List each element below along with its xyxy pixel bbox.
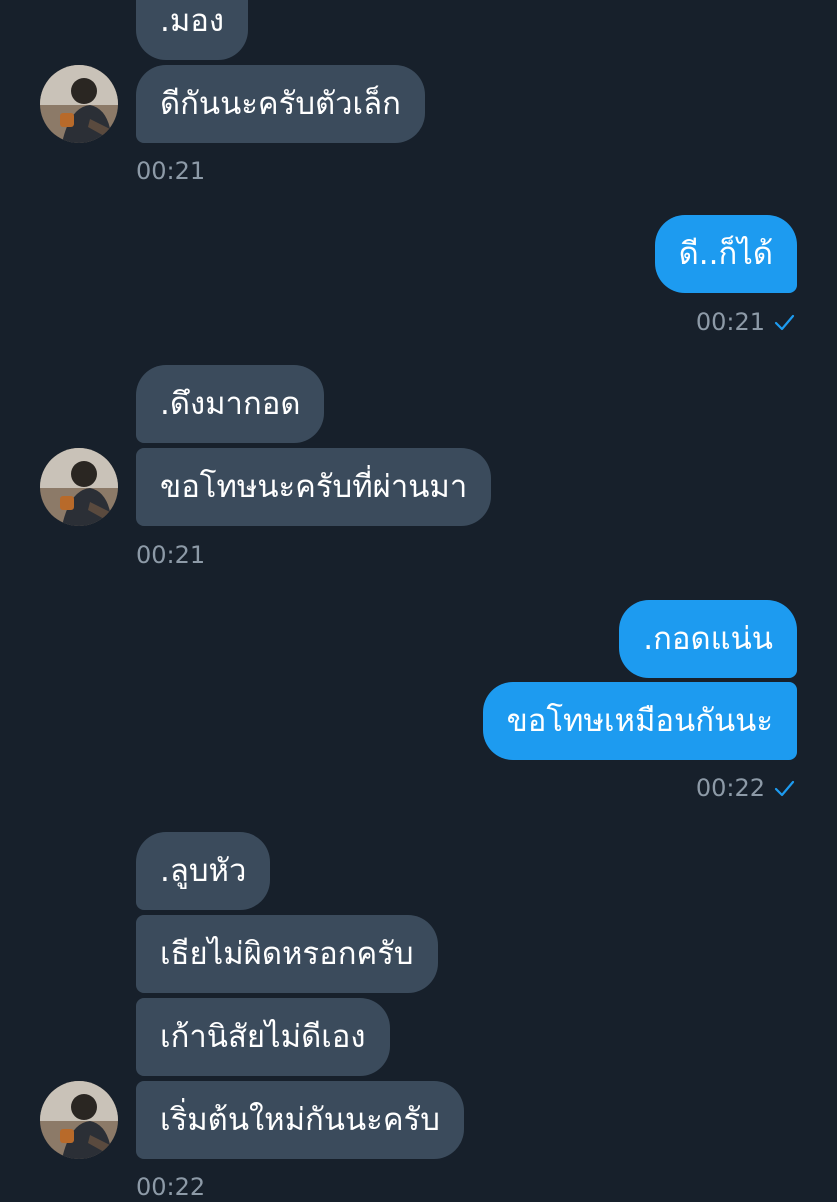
checkmark-icon	[774, 314, 795, 331]
incoming-message[interactable]: .ดึงมากอด	[136, 365, 325, 443]
incoming-message[interactable]: ดีกันนะครับตัวเล็ก	[136, 65, 425, 143]
avatar[interactable]	[40, 1081, 118, 1159]
outgoing-message[interactable]: .กอดแน่น	[619, 600, 797, 678]
incoming-message[interactable]: เริ่มต้นใหม่กันนะครับ	[136, 1081, 464, 1159]
outgoing-message[interactable]: ดี..ก็ได้	[654, 215, 797, 293]
conversation-thread: .มอง ดีกันนะครับตัวเล็ก 00:21 ดี..ก็ได้ …	[0, 0, 837, 1201]
avatar[interactable]	[40, 65, 118, 143]
outgoing-message[interactable]: ขอโทษเหมือนกันนะ	[482, 682, 797, 760]
incoming-message[interactable]: .มอง	[136, 0, 249, 60]
incoming-message[interactable]: เก้านิสัยไม่ดีเอง	[136, 998, 390, 1076]
timestamp: 00:21	[695, 308, 765, 336]
checkmark-icon	[774, 780, 795, 797]
incoming-message[interactable]: .ลูบหัว	[136, 832, 271, 910]
incoming-message[interactable]: ขอโทษนะครับที่ผ่านมา	[136, 448, 492, 526]
timestamp: 00:22	[136, 1173, 206, 1201]
timestamp: 00:22	[695, 774, 765, 802]
incoming-message[interactable]: เธียไม่ผิดหรอกครับ	[136, 915, 438, 993]
avatar[interactable]	[40, 448, 118, 526]
timestamp: 00:21	[136, 157, 206, 185]
timestamp: 00:21	[136, 541, 206, 569]
